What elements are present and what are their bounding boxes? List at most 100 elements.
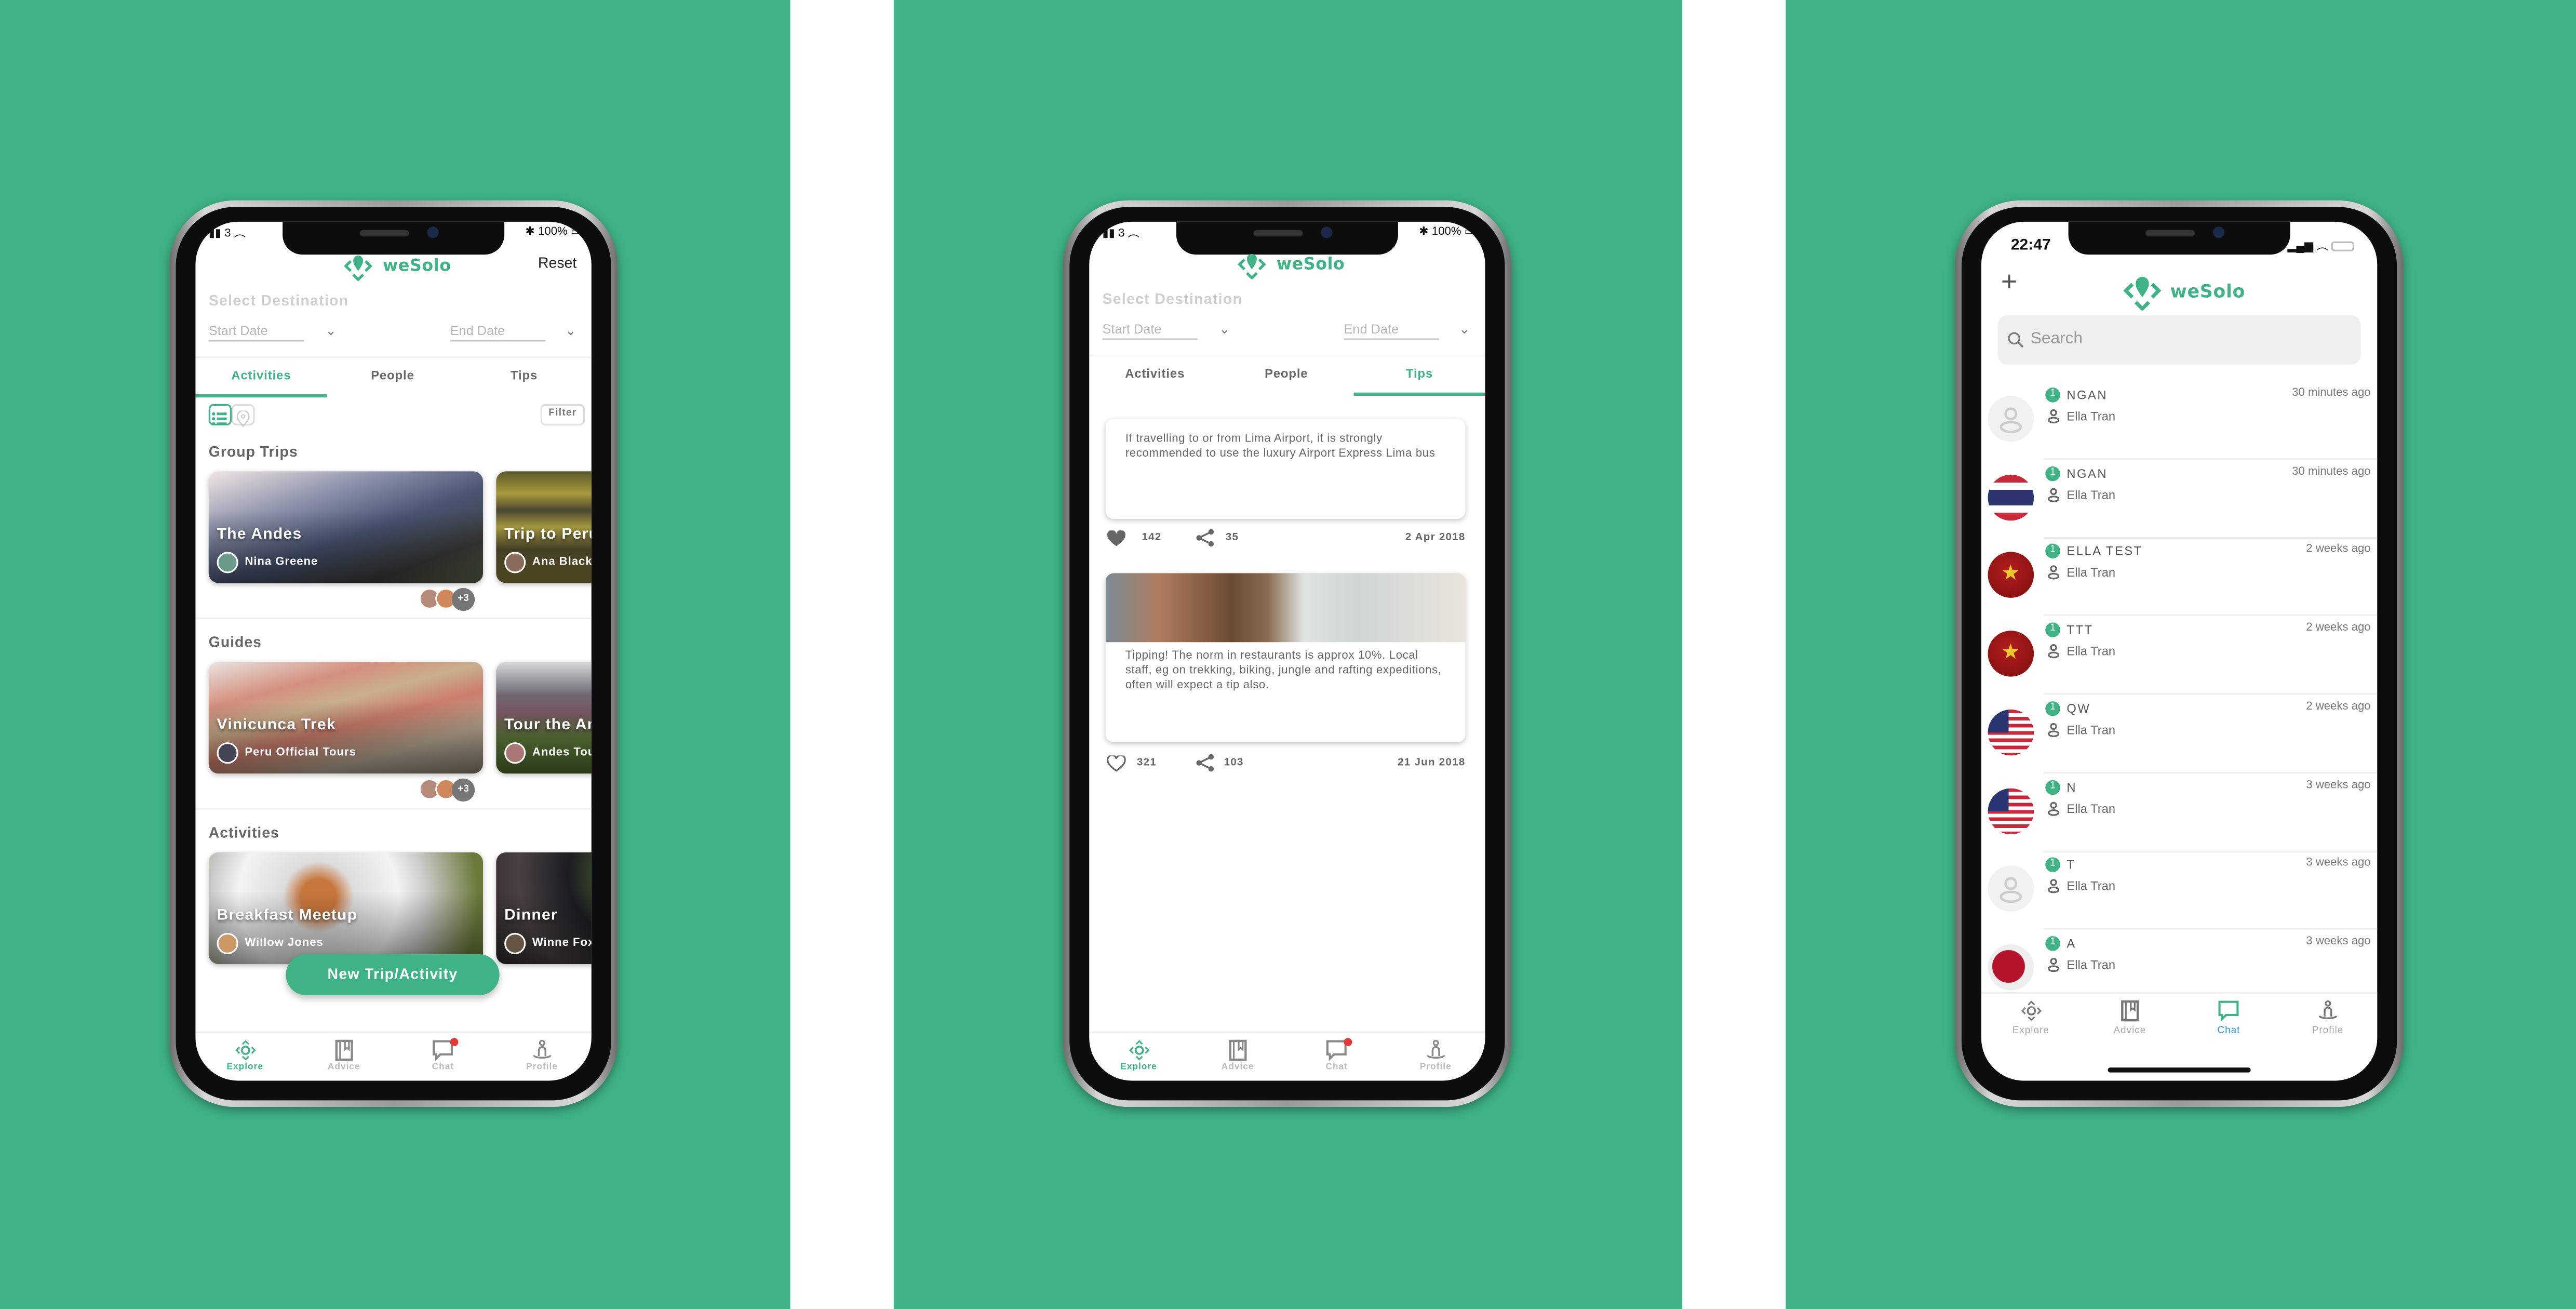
notch (283, 221, 505, 255)
end-date-field[interactable]: End Date (450, 324, 546, 342)
reset-button[interactable]: Reset (538, 255, 576, 271)
conversation-name: QW (2067, 701, 2091, 716)
conversation-member: Ella Tran (2067, 487, 2116, 502)
add-chat-button[interactable]: + (2001, 268, 2017, 296)
unread-badge: 1 (2045, 465, 2060, 481)
destination-select[interactable]: Select Destination (209, 292, 349, 309)
nav-chat[interactable]: Chat (394, 1038, 493, 1080)
nav-explore[interactable]: Explore (1981, 1000, 2081, 1081)
logo-icon (344, 256, 373, 281)
chevron-down-icon[interactable]: ⌄ (325, 324, 336, 338)
battery-text: 100% (1431, 226, 1461, 238)
tab-tips[interactable]: Tips (1354, 366, 1485, 381)
trip-card[interactable]: Tour the Andes Andes Tours (496, 662, 592, 774)
card-title: Trip to Peru (504, 525, 592, 544)
explore-icon (1089, 1039, 1188, 1061)
destination-select[interactable]: Select Destination (1103, 291, 1243, 308)
stage: ▮▮ 3 ︵ ✱ 100% ▭ weSolo Reset Select Dest… (0, 0, 2576, 1309)
flag-usa-avatar (1988, 709, 2034, 755)
status-carrier: ▮▮ 3 ︵ (208, 228, 246, 240)
nav-advice[interactable]: Advice (294, 1039, 394, 1080)
active-tab-indicator (195, 394, 327, 398)
end-date-field[interactable]: End Date (1344, 322, 1440, 340)
chat-bubble-icon (2179, 1000, 2278, 1022)
tab-people[interactable]: People (1220, 366, 1352, 381)
conversation-time: 2 weeks ago (2306, 544, 2371, 556)
card-author: Willow Jones (245, 938, 324, 950)
chat-screen: 22:47 ▂▄▆ ︵ + weSolo Search 1 NGAN Ella Tr… (1981, 221, 2378, 1081)
heart-filled-icon[interactable] (1106, 530, 1127, 547)
list-view-toggle[interactable] (208, 404, 232, 425)
unread-badge: 1 (2045, 622, 2060, 638)
tip-text: Tipping! The norm in restaurants is appr… (1125, 650, 1442, 692)
carrier-text: 3 (224, 228, 231, 240)
tab-tips[interactable]: Tips (459, 368, 590, 382)
member-avatars[interactable]: +3 (419, 778, 475, 802)
more-members-count: +3 (451, 587, 475, 611)
conversation-time: 3 weeks ago (2306, 858, 2371, 870)
flag-japan-avatar (1988, 944, 2034, 991)
tab-activities[interactable]: Activities (1089, 366, 1220, 381)
card-title: Tour the Andes (504, 716, 592, 734)
conversation-row[interactable]: ★ 1 TTT Ella Tran 2 weeks ago (1981, 616, 2378, 695)
card-author: Ana Black (532, 556, 592, 568)
conversation-row[interactable]: 1 NGAN Ella Tran 30 minutes ago (1981, 459, 2378, 539)
map-view-toggle[interactable] (232, 404, 255, 428)
tip-date: 21 Jun 2018 (1398, 757, 1466, 769)
nav-profile[interactable]: Profile (1386, 1039, 1485, 1080)
logo-text: weSolo (1276, 255, 1345, 274)
nav-explore[interactable]: Explore (1089, 1039, 1188, 1080)
nav-profile[interactable]: Profile (2278, 1000, 2378, 1081)
nav-profile[interactable]: Profile (492, 1039, 592, 1080)
share-icon[interactable] (1196, 529, 1214, 547)
advice-book-icon (2080, 1000, 2179, 1022)
conversation-name: ELLA TEST (2067, 544, 2143, 559)
trip-card[interactable]: The Andes Nina Greene (208, 471, 484, 583)
card-title: Breakfast Meetup (217, 906, 358, 925)
logo-text: weSolo (2170, 280, 2246, 302)
search-input[interactable]: Search (1997, 315, 2361, 365)
conversation-row[interactable]: 1 NGAN Ella Tran 30 minutes ago (1981, 381, 2378, 460)
conversation-row[interactable]: 1 T Ella Tran 3 weeks ago (1981, 851, 2378, 930)
chevron-down-icon[interactable]: ⌄ (1219, 322, 1230, 337)
conversation-row[interactable]: 1 N Ella Tran 3 weeks ago (1981, 773, 2378, 852)
tip-card[interactable]: Tipping! The norm in restaurants is appr… (1105, 573, 1466, 743)
tip-text: If travelling to or from Lima Airport, i… (1125, 433, 1435, 460)
unread-badge: 1 (2045, 388, 2060, 403)
flag-usa-avatar (1988, 787, 2034, 834)
conversation-row[interactable]: 1 QW Ella Tran 2 weeks ago (1981, 694, 2378, 773)
nav-label: Explore (226, 1062, 263, 1073)
nav-advice[interactable]: Advice (1188, 1039, 1287, 1080)
more-members-count: +3 (451, 778, 475, 802)
explore-icon (1981, 1000, 2081, 1022)
tab-activities[interactable]: Activities (195, 368, 327, 382)
chevron-down-icon[interactable]: ⌄ (565, 324, 576, 338)
status-carrier: ▮▮ 3 ︵ (1102, 228, 1139, 240)
conversation-member: Ella Tran (2067, 957, 2116, 972)
trip-card[interactable]: Vinicunca Trek Peru Official Tours (208, 662, 484, 774)
divider-strip (790, 0, 894, 1309)
home-indicator (2108, 1067, 2251, 1073)
conversation-name: T (2067, 858, 2076, 873)
conversation-member: Ella Tran (2067, 565, 2116, 581)
start-date-field[interactable]: Start Date (1102, 322, 1198, 340)
filter-button[interactable]: Filter (540, 404, 585, 425)
new-trip-activity-button[interactable]: New Trip/Activity (286, 954, 500, 996)
conversation-row[interactable]: ★ 1 ELLA TEST Ella Tran 2 weeks ago (1981, 538, 2378, 617)
chevron-down-icon[interactable]: ⌄ (1459, 322, 1470, 337)
tip-card[interactable]: If travelling to or from Lima Airport, i… (1105, 419, 1466, 519)
conversation-name: NGAN (2067, 465, 2108, 481)
share-icon[interactable] (1196, 754, 1214, 772)
card-title: Vinicunca Trek (217, 716, 336, 734)
tab-people[interactable]: People (327, 368, 458, 382)
nav-chat[interactable]: Chat (1287, 1038, 1386, 1080)
heart-outline-icon[interactable] (1106, 755, 1127, 772)
member-avatars[interactable]: +3 (419, 587, 475, 611)
nav-explore[interactable]: Explore (195, 1039, 294, 1080)
trip-card[interactable]: Dinner Winne Fox (496, 852, 592, 964)
trip-card[interactable]: Trip to Peru Ana Black (496, 471, 592, 583)
start-date-field[interactable]: Start Date (208, 324, 304, 342)
author-avatar (217, 552, 238, 573)
trip-card[interactable]: Breakfast Meetup Willow Jones (208, 852, 484, 964)
conversation-time: 30 minutes ago (2292, 465, 2371, 478)
